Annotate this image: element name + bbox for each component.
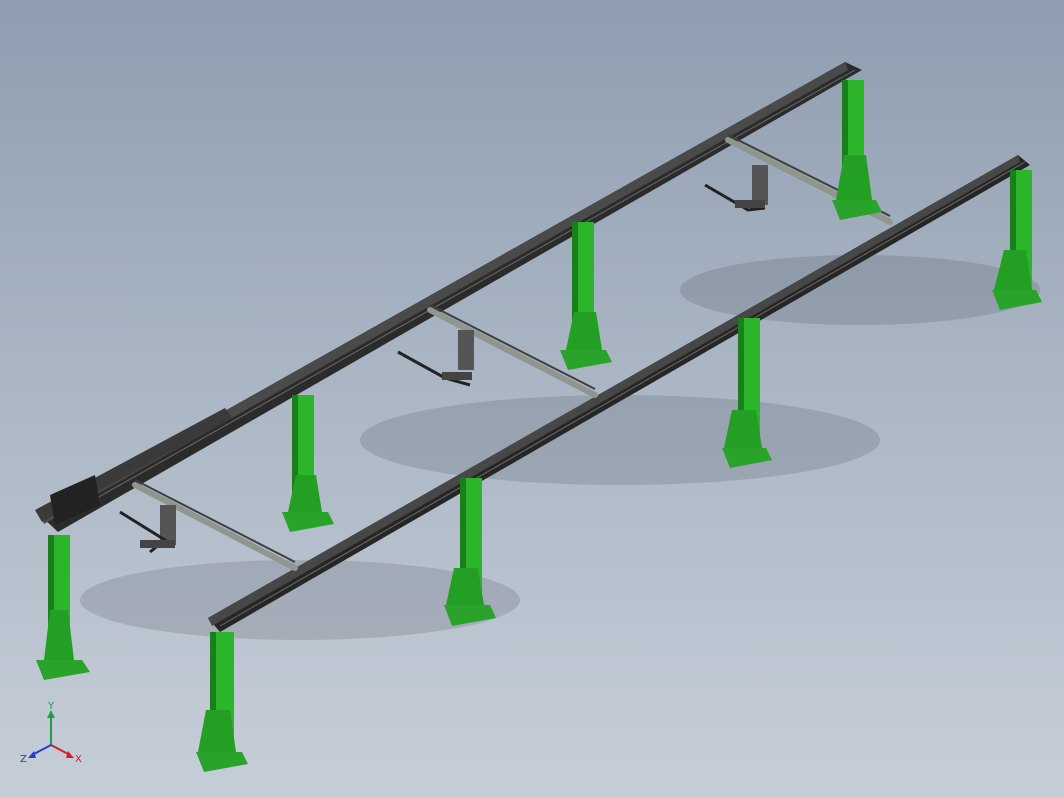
gantry-model[interactable] xyxy=(0,0,1064,798)
column-back-3 xyxy=(560,222,612,370)
gripper-3 xyxy=(704,165,768,212)
orientation-triad[interactable]: Y X Z xyxy=(18,700,88,770)
gripper-2 xyxy=(397,330,474,387)
z-axis-label: Z xyxy=(20,754,27,765)
graphics-viewport[interactable]: Y X Z xyxy=(0,0,1064,798)
column-front-1 xyxy=(196,632,248,772)
column-back-4 xyxy=(832,80,882,220)
cross-beams xyxy=(132,137,893,571)
x-axis-arrow xyxy=(50,744,71,756)
column-back-1 xyxy=(36,535,90,680)
x-axis-label: X xyxy=(75,754,82,765)
floor-shadows xyxy=(80,255,1040,640)
cross-beam-details xyxy=(134,134,891,563)
z-axis-arrow xyxy=(31,744,52,756)
front-rail xyxy=(208,155,1030,632)
z-axis-head xyxy=(28,751,36,758)
x-axis-head xyxy=(66,751,74,758)
column-back-2 xyxy=(282,395,334,532)
y-axis-label: Y xyxy=(47,701,55,712)
gripper-1 xyxy=(119,505,176,554)
